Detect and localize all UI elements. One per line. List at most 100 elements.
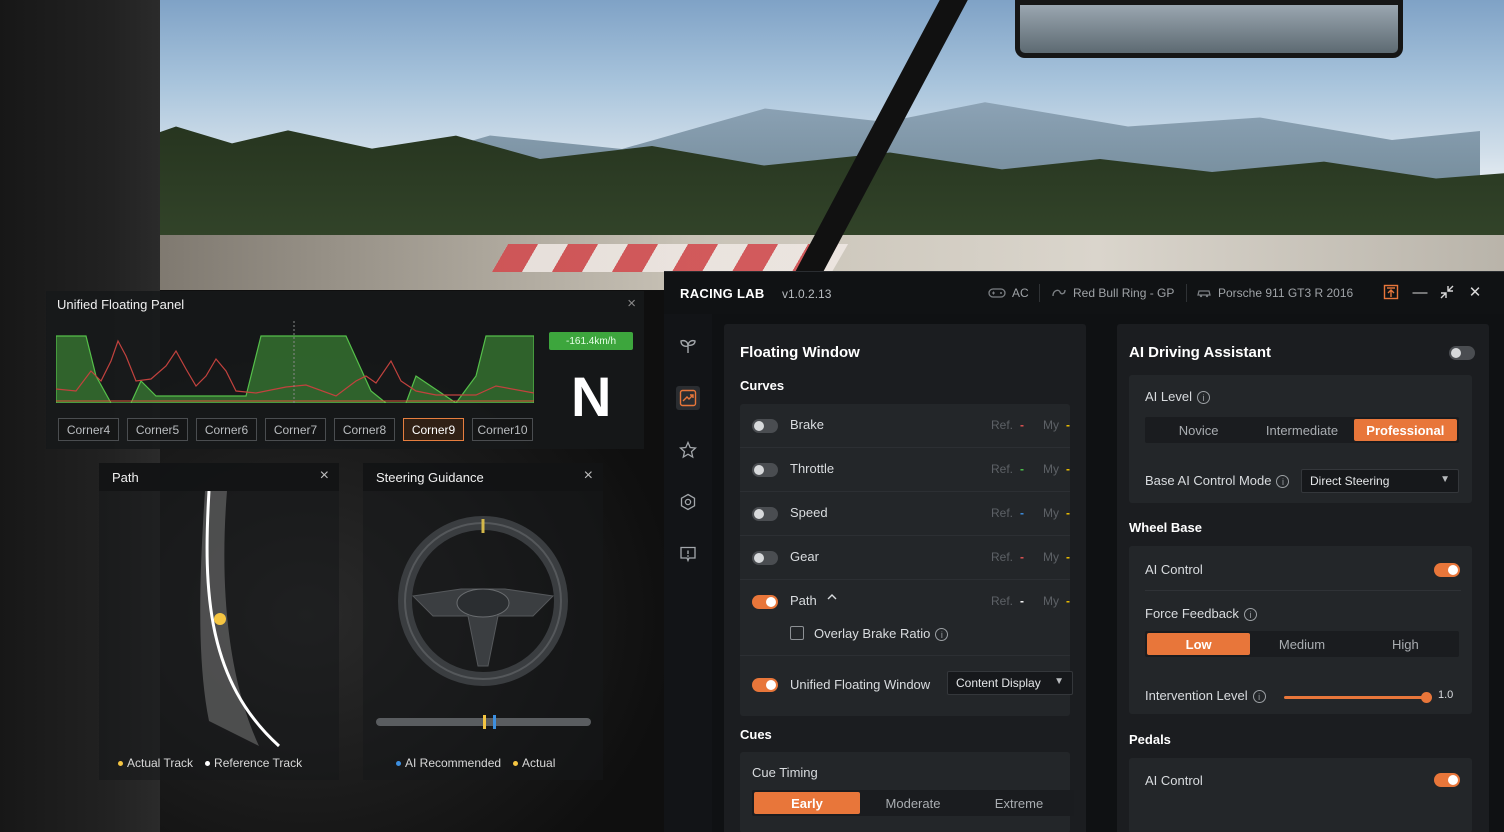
collapse-icon <box>1440 285 1454 299</box>
corner-tab-9[interactable]: Corner9 <box>403 418 464 441</box>
curve-label: Speed <box>790 505 828 520</box>
force-feedback-medium[interactable]: Medium <box>1250 633 1353 655</box>
base-mode-select[interactable]: Direct Steering ▼ <box>1301 469 1459 493</box>
nav-feedback[interactable] <box>676 542 700 566</box>
ai-level-label: AI Level i <box>1145 389 1210 405</box>
cue-timing-extreme[interactable]: Extreme <box>966 792 1072 814</box>
steering-guidance-panel[interactable]: Steering Guidance × AI Recommended Actua… <box>363 463 603 780</box>
wheel-base-card: AI Control Force Feedback i Low Medium Hi… <box>1129 546 1472 714</box>
brake-toggle[interactable] <box>752 419 778 433</box>
steering-wheel-graphic <box>398 516 568 686</box>
status-track: Red Bull Ring - GP <box>1051 286 1174 300</box>
app-name: RACING LAB <box>680 286 765 301</box>
ref-label: Ref. <box>991 550 1014 564</box>
app-version: v1.0.2.13 <box>782 287 832 301</box>
close-icon[interactable]: × <box>627 295 636 312</box>
corner-tab-10[interactable]: Corner10 <box>472 418 533 441</box>
cue-timing-early[interactable]: Early <box>754 792 860 814</box>
corner-tab-7[interactable]: Corner7 <box>265 418 326 441</box>
pin-to-top-button[interactable] <box>1381 282 1401 302</box>
path-track-view <box>200 491 281 748</box>
ref-label: Ref. <box>991 506 1014 520</box>
cue-timing-moderate[interactable]: Moderate <box>860 792 966 814</box>
speed-badge: -161.4km/h <box>549 332 633 350</box>
unified-floating-panel[interactable]: Unified Floating Panel × -161.4km/h N Co… <box>46 291 644 449</box>
info-icon[interactable]: i <box>935 628 949 642</box>
info-icon[interactable]: i <box>1276 475 1290 489</box>
ai-level-novice[interactable]: Novice <box>1147 419 1250 441</box>
nav-favorites[interactable] <box>676 438 700 462</box>
dot-icon <box>396 761 401 767</box>
overlay-brake-ratio-label: Overlay Brake Ratio i <box>814 626 949 642</box>
path-toggle[interactable] <box>752 595 778 609</box>
pin-top-icon <box>1383 284 1399 300</box>
pedals-ai-control-toggle[interactable] <box>1434 773 1460 787</box>
speed-toggle[interactable] <box>752 507 778 521</box>
ai-assistant-toggle[interactable] <box>1449 346 1475 360</box>
unified-window-toggle[interactable] <box>752 678 778 692</box>
wheel-ai-control-label: AI Control <box>1145 562 1203 577</box>
close-icon[interactable]: × <box>584 467 593 485</box>
car-icon <box>1197 290 1211 298</box>
nav-sprout[interactable] <box>676 334 700 358</box>
nav-settings[interactable] <box>676 490 700 514</box>
divider <box>1145 590 1461 591</box>
steering-legend: AI Recommended Actual <box>396 756 555 770</box>
corner-tab-5[interactable]: Corner5 <box>127 418 188 441</box>
gear-toggle[interactable] <box>752 551 778 565</box>
settings-hexagon-icon <box>680 493 696 511</box>
ai-level-intermediate[interactable]: Intermediate <box>1250 419 1353 441</box>
ref-color-swatch: - <box>1020 506 1024 520</box>
cue-timing-label: Cue Timing <box>752 765 818 780</box>
main-content: Floating Window Curves Brake Ref. - My -… <box>712 314 1504 832</box>
force-feedback-low[interactable]: Low <box>1147 633 1251 655</box>
section-title: AI Driving Assistant <box>1129 344 1271 361</box>
panel-title: Unified Floating Panel <box>57 297 185 312</box>
wheel-ai-control-toggle[interactable] <box>1434 563 1460 577</box>
chevron-up-icon[interactable] <box>826 590 838 608</box>
cue-timing-segmented: Early Moderate Extreme <box>752 790 1074 816</box>
sprout-icon <box>680 339 696 353</box>
intervention-slider-handle[interactable] <box>1421 692 1432 703</box>
my-label: My <box>1043 594 1059 608</box>
close-button[interactable]: ✕ <box>1465 282 1485 302</box>
legend-reference-track: Reference Track <box>205 756 302 770</box>
corner-tab-8[interactable]: Corner8 <box>334 418 395 441</box>
actual-marker <box>483 715 486 729</box>
path-panel[interactable]: Path × Actual Track Reference Track <box>99 463 339 780</box>
unified-window-row: Unified Floating Window Content Display … <box>740 656 1073 716</box>
corner-tabs: Corner4 Corner5 Corner6 Corner7 Corner8 … <box>58 418 533 441</box>
curves-card: Brake Ref. - My - Throttle Ref. - My - S… <box>740 404 1073 716</box>
corner-tab-6[interactable]: Corner6 <box>196 418 257 441</box>
throttle-toggle[interactable] <box>752 463 778 477</box>
ai-level-professional[interactable]: Professional <box>1353 419 1457 441</box>
minimize-button[interactable]: — <box>1410 282 1430 302</box>
curve-row-brake: Brake Ref. - My - <box>740 404 1070 448</box>
info-icon[interactable]: i <box>1196 391 1210 405</box>
restore-button[interactable] <box>1437 282 1457 302</box>
racing-lab-window: RACING LAB v1.0.2.13 AC Red Bull Ring - … <box>664 271 1504 832</box>
ref-color-swatch: - <box>1020 418 1024 432</box>
nav-trend[interactable] <box>676 386 700 410</box>
intervention-slider-track[interactable] <box>1284 696 1426 699</box>
wheel-base-title: Wheel Base <box>1129 520 1202 535</box>
force-feedback-high[interactable]: High <box>1354 633 1457 655</box>
panel-header: Path × <box>99 463 339 491</box>
content-display-select[interactable]: Content Display ▼ <box>947 671 1073 695</box>
info-icon[interactable]: i <box>1243 608 1257 622</box>
actual-track-band <box>200 491 259 746</box>
info-icon[interactable]: i <box>1252 690 1266 704</box>
ref-label: Ref. <box>991 418 1014 432</box>
status-car: Porsche 911 GT3 R 2016 <box>1196 286 1353 300</box>
close-icon[interactable]: × <box>320 467 329 485</box>
status-sim: AC <box>988 286 1029 300</box>
force-feedback-segmented: Low Medium High <box>1145 631 1459 657</box>
curve-label: Brake <box>790 417 824 432</box>
ai-assistant-section: AI Driving Assistant AI Level i Novice In… <box>1117 324 1489 832</box>
curves-title: Curves <box>740 378 785 393</box>
overlay-brake-ratio-checkbox[interactable] <box>790 626 804 640</box>
corner-tab-4[interactable]: Corner4 <box>58 418 119 441</box>
telemetry-chart <box>56 321 534 403</box>
legend-actual-track: Actual Track <box>118 756 193 770</box>
throttle-area <box>56 335 534 403</box>
